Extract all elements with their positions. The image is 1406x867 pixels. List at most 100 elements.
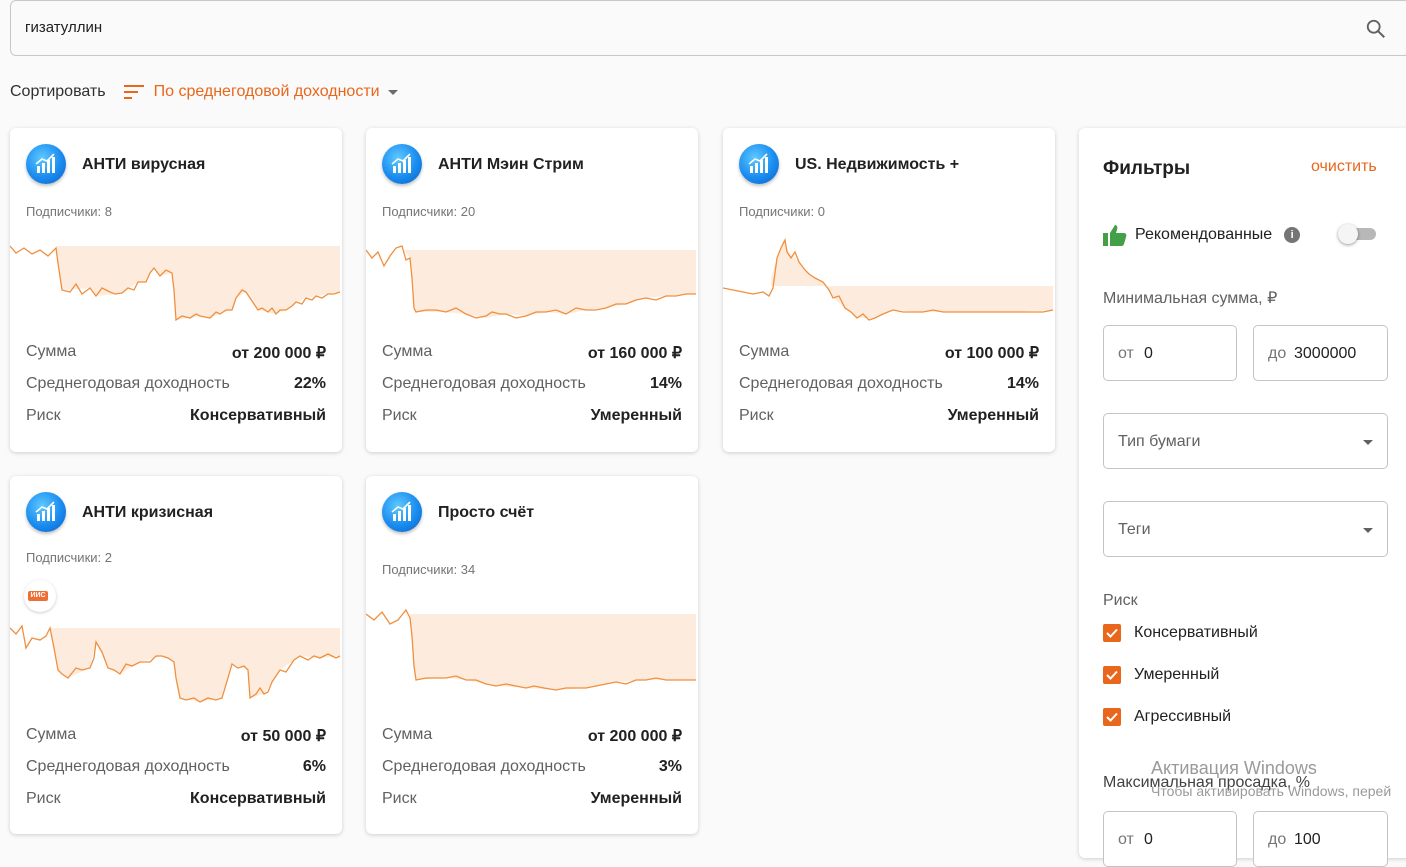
card-risk-row: Риск Умеренный bbox=[382, 407, 682, 425]
sort-bar: Сортировать По среднегодовой доходности bbox=[10, 80, 398, 104]
paper-type-select[interactable]: Тип бумаги bbox=[1103, 413, 1388, 469]
sum-label: Сумма bbox=[739, 343, 790, 360]
yield-value: 22% bbox=[293, 375, 326, 392]
portfolio-card[interactable]: АНТИ вирусная Подписчики: 8 Сумма от 200 … bbox=[10, 128, 342, 452]
to-prefix: до bbox=[1268, 831, 1287, 848]
checkbox-label: Консервативный bbox=[1134, 624, 1258, 641]
card-yield-row: Среднегодовая доходность 6% bbox=[26, 758, 326, 776]
min-sum-to-value: 3000000 bbox=[1294, 345, 1357, 362]
chevron-down-icon bbox=[1363, 440, 1373, 445]
drawdown-from-value: 0 bbox=[1144, 831, 1153, 848]
search-input[interactable] bbox=[25, 19, 1325, 36]
sum-label: Сумма bbox=[382, 726, 433, 743]
yield-value: 14% bbox=[1006, 375, 1039, 392]
sort-label: Сортировать bbox=[10, 83, 106, 100]
yield-label: Среднегодовая доходность bbox=[382, 375, 586, 392]
card-sum-row: Сумма от 200 000 ₽ bbox=[382, 726, 682, 746]
yield-label: Среднегодовая доходность bbox=[26, 758, 230, 775]
from-prefix: от bbox=[1118, 831, 1134, 848]
card-sum-row: Сумма от 50 000 ₽ bbox=[26, 726, 326, 746]
card-risk-row: Риск Умеренный bbox=[739, 407, 1039, 425]
recommended-row: Рекомендованные i bbox=[1103, 224, 1301, 246]
portfolio-chart bbox=[10, 624, 341, 703]
risk-checkbox-moderate[interactable]: Умеренный bbox=[1103, 666, 1219, 684]
windows-activation-watermark: Активация Windows Чтобы активировать Win… bbox=[1151, 758, 1391, 799]
to-prefix: до bbox=[1268, 345, 1287, 362]
risk-checkbox-aggressive[interactable]: Агрессивный bbox=[1103, 708, 1231, 726]
risk-value: Умеренный bbox=[590, 790, 682, 807]
sum-label: Сумма bbox=[26, 726, 77, 743]
portfolio-logo-icon bbox=[26, 492, 66, 532]
clear-filters-button[interactable]: очистить bbox=[1311, 158, 1377, 176]
risk-label: Риск bbox=[739, 407, 774, 424]
card-subscribers: Подписчики: 2 bbox=[26, 550, 112, 565]
portfolio-logo-icon bbox=[382, 492, 422, 532]
sum-label: Сумма bbox=[382, 343, 433, 360]
risk-checkbox-conservative[interactable]: Консервативный bbox=[1103, 624, 1258, 642]
risk-label: Риск bbox=[382, 407, 417, 424]
risk-label: Риск bbox=[26, 407, 61, 424]
portfolio-logo-icon bbox=[382, 144, 422, 184]
yield-value: 14% bbox=[649, 375, 682, 392]
filters-title: Фильтры bbox=[1103, 158, 1191, 179]
card-subscribers: Подписчики: 34 bbox=[382, 562, 476, 577]
card-title: АНТИ вирусная bbox=[82, 156, 206, 173]
sort-icon bbox=[123, 85, 144, 99]
watermark-line-2: Чтобы активировать Windows, перей bbox=[1151, 783, 1392, 799]
checkbox-checked-icon[interactable] bbox=[1103, 624, 1121, 642]
yield-value: 6% bbox=[302, 758, 326, 775]
yield-label: Среднегодовая доходность bbox=[26, 375, 230, 392]
chevron-down-icon bbox=[387, 89, 398, 95]
paper-type-placeholder: Тип бумаги bbox=[1118, 433, 1201, 450]
min-sum-from-field[interactable]: от 0 bbox=[1103, 325, 1237, 381]
from-prefix: от bbox=[1118, 345, 1134, 362]
card-sum-row: Сумма от 160 000 ₽ bbox=[382, 343, 682, 363]
drawdown-to-field[interactable]: до 100 bbox=[1253, 811, 1388, 867]
card-sum-row: Сумма от 100 000 ₽ bbox=[739, 343, 1039, 363]
card-yield-row: Среднегодовая доходность 14% bbox=[739, 375, 1039, 393]
portfolio-chart bbox=[10, 245, 341, 322]
sort-selected: По среднегодовой доходности bbox=[153, 83, 380, 100]
checkbox-label: Агрессивный bbox=[1134, 708, 1232, 725]
portfolio-card[interactable]: АНТИ кризисная Подписчики: 2 ИИС Сумма от… bbox=[10, 476, 342, 834]
drawdown-to-value: 100 bbox=[1294, 831, 1321, 848]
recommended-label: Рекомендованные bbox=[1135, 226, 1273, 243]
drawdown-from-field[interactable]: от 0 bbox=[1103, 811, 1237, 867]
risk-filter-label: Риск bbox=[1103, 592, 1138, 609]
risk-value: Умеренный bbox=[590, 407, 682, 424]
card-subscribers: Подписчики: 0 bbox=[739, 204, 825, 219]
min-sum-from-value: 0 bbox=[1144, 345, 1153, 362]
portfolio-chart bbox=[366, 608, 696, 691]
min-sum-label: Минимальная сумма, ₽ bbox=[1103, 290, 1278, 307]
card-title: Просто счёт bbox=[438, 504, 535, 521]
sum-label: Сумма bbox=[26, 343, 77, 360]
iis-badge: ИИС bbox=[24, 580, 56, 612]
tags-select[interactable]: Теги bbox=[1103, 501, 1388, 557]
portfolio-card[interactable]: Просто счёт Подписчики: 34 Сумма от 200 0… bbox=[366, 476, 698, 834]
checkbox-checked-icon[interactable] bbox=[1103, 708, 1121, 726]
yield-value: 3% bbox=[658, 758, 682, 775]
portfolio-logo-icon bbox=[26, 144, 66, 184]
checkbox-checked-icon[interactable] bbox=[1103, 666, 1121, 684]
checkbox-label: Умеренный bbox=[1134, 666, 1220, 683]
portfolio-chart bbox=[723, 238, 1054, 321]
sum-value: от 50 000 ₽ bbox=[240, 728, 326, 745]
portfolio-logo-icon bbox=[739, 144, 779, 184]
card-risk-row: Риск Консервативный bbox=[26, 790, 326, 808]
filters-panel: Фильтры очистить Рекомендованные i Миним… bbox=[1079, 128, 1406, 867]
risk-value: Умеренный bbox=[947, 407, 1039, 424]
sort-dropdown[interactable]: По среднегодовой доходности bbox=[123, 83, 398, 101]
info-icon[interactable]: i bbox=[1284, 227, 1301, 243]
iis-badge-label: ИИС bbox=[28, 591, 48, 601]
toggle-knob bbox=[1338, 224, 1358, 244]
min-sum-to-field[interactable]: до 3000000 bbox=[1253, 325, 1388, 381]
recommended-toggle[interactable] bbox=[1338, 224, 1376, 244]
portfolio-card[interactable]: US. Недвижимость + Подписчики: 0 Сумма от… bbox=[723, 128, 1055, 452]
search-icon[interactable] bbox=[1365, 18, 1387, 40]
yield-label: Среднегодовая доходность bbox=[739, 375, 943, 392]
sum-value: от 160 000 ₽ bbox=[587, 345, 682, 362]
search-bar[interactable] bbox=[10, 0, 1406, 56]
sum-value: от 200 000 ₽ bbox=[587, 728, 682, 745]
thumbs-up-icon bbox=[1103, 225, 1127, 246]
portfolio-card[interactable]: АНТИ Мэин Стрим Подписчики: 20 Сумма от 1… bbox=[366, 128, 698, 452]
